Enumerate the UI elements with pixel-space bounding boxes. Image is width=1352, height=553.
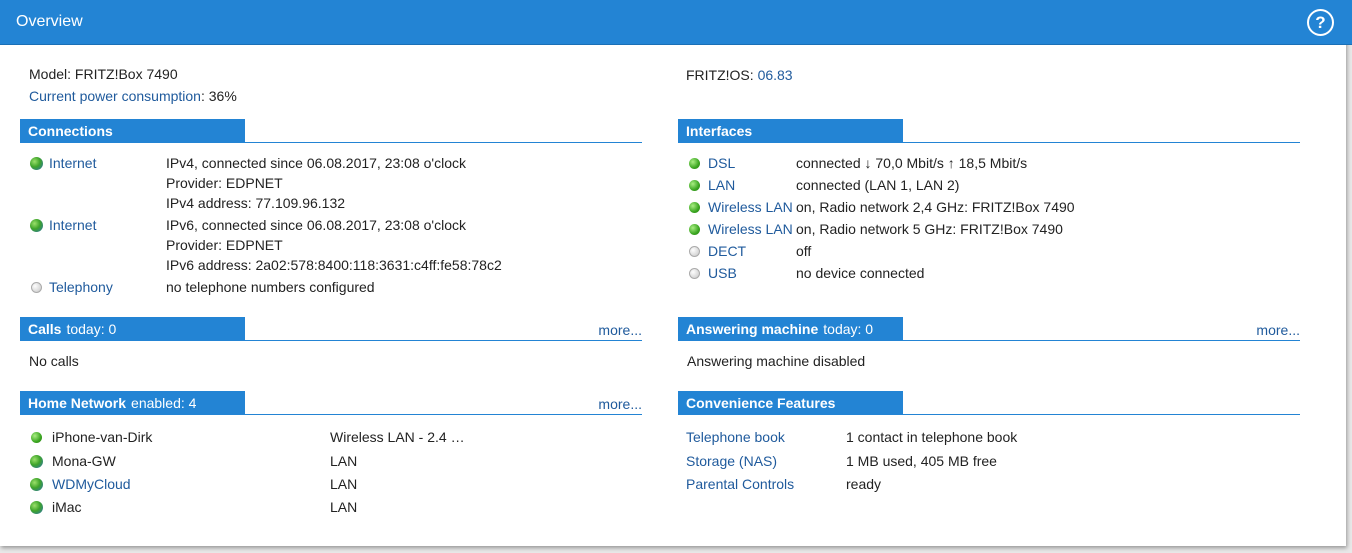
connection-detail: IPv6 address: 2a02:578:8400:118:3631:c4f…	[166, 257, 502, 273]
answering-machine-more-link[interactable]: more...	[1256, 322, 1300, 338]
interface-status: on, Radio network 2,4 GHz: FRITZ!Box 749…	[796, 199, 1075, 215]
globe-icon	[30, 501, 43, 514]
status-on-icon	[689, 158, 700, 169]
status-off-icon	[689, 268, 700, 279]
interface-dsl-link[interactable]: DSL	[708, 153, 735, 173]
status-on-icon	[689, 180, 700, 191]
device-connection: LAN	[330, 476, 358, 492]
device-name: iPhone-van-Dirk	[52, 429, 153, 445]
interface-usb-link[interactable]: USB	[708, 263, 737, 283]
device-connection: LAN	[330, 499, 358, 515]
connection-detail: IPv4, connected since 06.08.2017, 23:08 …	[166, 155, 466, 171]
parental-controls-link[interactable]: Parental Controls	[686, 474, 794, 494]
connection-telephony-link[interactable]: Telephony	[49, 277, 113, 297]
status-on-icon	[31, 432, 42, 443]
device-connection: Wireless LAN - 2.4 …	[330, 429, 465, 445]
answering-machine-title: Answering machine today: 0	[678, 317, 903, 341]
interface-status: no device connected	[796, 265, 925, 281]
power-consumption-value: : 36%	[200, 88, 237, 104]
connections-title: Connections	[20, 119, 245, 143]
home-network-more-link[interactable]: more...	[598, 396, 642, 412]
interfaces-section-header: Interfaces	[678, 119, 1300, 143]
device-connection: LAN	[330, 453, 358, 469]
telephone-book-link[interactable]: Telephone book	[686, 427, 785, 447]
status-off-icon	[31, 282, 42, 293]
calls-more-link[interactable]: more...	[598, 322, 642, 338]
device-name: iMac	[52, 499, 82, 515]
calls-section-header: Calls today: 0 more...	[20, 317, 642, 341]
globe-icon	[30, 219, 43, 232]
fritzos-version-link[interactable]: 06.83	[758, 67, 793, 83]
calls-title: Calls today: 0	[20, 317, 245, 341]
interface-dect-link[interactable]: DECT	[708, 241, 746, 261]
connection-internet-ipv4-link[interactable]: Internet	[49, 153, 96, 173]
convenience-value: 1 contact in telephone book	[846, 429, 1018, 445]
calls-count: today: 0	[66, 321, 117, 337]
power-consumption-link[interactable]: Current power consumption	[29, 88, 201, 104]
model-label: Model: FRITZ!Box 7490	[29, 66, 178, 82]
home-network-title: Home Network enabled: 4	[20, 391, 245, 415]
fritzos-label: FRITZ!OS:	[686, 67, 758, 83]
interface-status: off	[796, 243, 812, 259]
home-network-count: enabled: 4	[131, 395, 197, 411]
interface-status: connected ↓ 70,0 Mbit/s ↑ 18,5 Mbit/s	[796, 155, 1028, 171]
answering-machine-count: today: 0	[823, 321, 874, 337]
connection-detail: IPv6, connected since 06.08.2017, 23:08 …	[166, 217, 466, 233]
status-off-icon	[689, 246, 700, 257]
calls-title-text: Calls	[28, 321, 62, 337]
home-network-title-text: Home Network	[28, 395, 127, 411]
answering-machine-section-header: Answering machine today: 0 more...	[678, 317, 1300, 341]
storage-nas-link[interactable]: Storage (NAS)	[686, 451, 777, 471]
calls-body: No calls	[29, 353, 79, 369]
answering-machine-body: Answering machine disabled	[687, 353, 866, 369]
fritzos-version: FRITZ!OS: 06.83	[686, 67, 793, 83]
globe-icon	[30, 478, 43, 491]
interfaces-title: Interfaces	[678, 119, 903, 143]
interface-status: on, Radio network 5 GHz: FRITZ!Box 7490	[796, 221, 1063, 237]
help-icon[interactable]: ?	[1307, 9, 1334, 36]
home-network-section-header: Home Network enabled: 4 more...	[20, 391, 642, 415]
answering-machine-title-text: Answering machine	[686, 321, 819, 337]
globe-icon	[30, 157, 43, 170]
power-consumption: Current power consumption: 36%	[29, 88, 237, 104]
connections-section-header: Connections	[20, 119, 642, 143]
title-bar: Overview ?	[0, 0, 1352, 45]
status-on-icon	[689, 224, 700, 235]
convenience-title: Convenience Features	[678, 391, 903, 415]
device-wdmycloud-link[interactable]: WDMyCloud	[52, 474, 131, 494]
interface-lan-link[interactable]: LAN	[708, 175, 735, 195]
interface-wlan24-link[interactable]: Wireless LAN	[708, 197, 793, 217]
page-title: Overview	[16, 13, 83, 30]
connection-detail: no telephone numbers configured	[166, 279, 375, 295]
connection-internet-ipv6-link[interactable]: Internet	[49, 215, 96, 235]
globe-icon	[30, 455, 43, 468]
convenience-value: 1 MB used, 405 MB free	[846, 453, 997, 469]
convenience-section-header: Convenience Features	[678, 391, 1300, 415]
convenience-value: ready	[846, 476, 882, 492]
connection-detail: IPv4 address: 77.109.96.132	[166, 195, 346, 211]
connection-detail: Provider: EDPNET	[166, 237, 283, 253]
status-on-icon	[689, 202, 700, 213]
interface-wlan5-link[interactable]: Wireless LAN	[708, 219, 793, 239]
overview-panel: Overview ? Model: FRITZ!Box 7490 Current…	[0, 0, 1352, 546]
connection-detail: Provider: EDPNET	[166, 175, 283, 191]
device-name: Mona-GW	[52, 453, 116, 469]
interface-status: connected (LAN 1, LAN 2)	[796, 177, 960, 193]
